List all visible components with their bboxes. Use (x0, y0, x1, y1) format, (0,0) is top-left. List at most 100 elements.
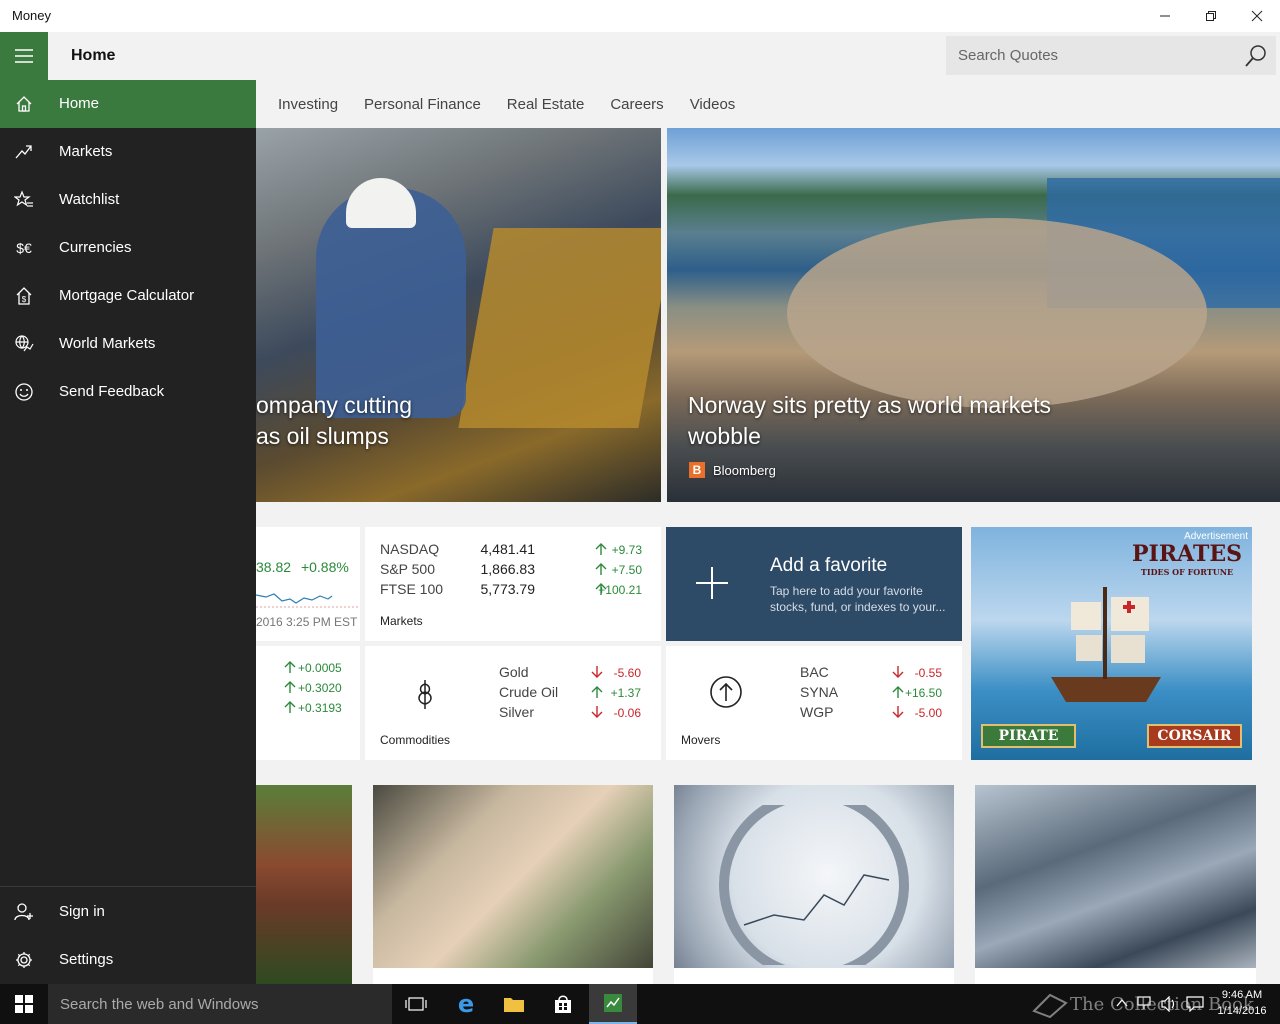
sidebar-item-label: Currencies (59, 239, 132, 256)
arrow-up-icon (591, 686, 603, 698)
currencies-tile-partial[interactable]: +0.0005 +0.3020 +0.3193 (256, 646, 360, 760)
plus-icon (696, 567, 728, 599)
search-button[interactable] (1244, 44, 1268, 68)
market-value: 5,773.79 (480, 581, 536, 597)
story-tile-cars[interactable] (975, 785, 1256, 984)
commodity-change: +1.37 (610, 686, 641, 700)
edge-browser-button[interactable]: e (442, 984, 490, 1024)
start-button[interactable] (0, 984, 48, 1024)
tab-videos[interactable]: Videos (690, 96, 736, 113)
search-icon (1245, 45, 1266, 67)
tile-caption-strip (373, 968, 653, 984)
story-tile-house[interactable] (256, 785, 352, 984)
market-row: NASDAQ 4,481.41 +9.73 (380, 541, 650, 561)
title-bar: Money (0, 0, 1280, 32)
sidebar-item-label: Mortgage Calculator (59, 287, 195, 304)
market-change: +9.73 (611, 543, 642, 557)
mover-change: -5.00 (914, 706, 942, 720)
sidebar-item-label: Markets (59, 143, 113, 160)
taskbar-search-box[interactable]: Search the web and Windows (48, 984, 392, 1024)
restore-icon (1206, 11, 1216, 21)
arrow-up-icon (595, 563, 607, 575)
minimize-button[interactable] (1142, 0, 1188, 32)
trend-icon (15, 145, 32, 159)
search-quotes-input[interactable] (946, 36, 1236, 75)
arrow-down-icon (591, 666, 603, 678)
hamburger-menu-button[interactable] (0, 32, 48, 80)
add-user-icon (14, 903, 33, 921)
add-favorite-title: Add a favorite (770, 555, 888, 576)
sidebar-item-label: World Markets (59, 335, 156, 352)
add-favorite-description: Tap here to add your favorite stocks, fu… (770, 584, 946, 614)
smiley-icon (15, 383, 33, 401)
commodities-tile[interactable]: Gold -5.60 Crude Oil +1.37 Silver -0.06 … (365, 646, 661, 760)
sidebar-item-world-markets[interactable]: World Markets (0, 320, 256, 368)
tile-caption-strip (674, 968, 954, 984)
store-button[interactable] (539, 984, 587, 1024)
currency-change: +0.3020 (298, 681, 342, 695)
arrow-up-icon (595, 543, 607, 555)
tab-personal-finance[interactable]: Personal Finance (364, 96, 481, 113)
index-tile-partial[interactable]: 38.82 +0.88% 2016 3:25 PM EST (256, 527, 360, 641)
commodities-tile-label: Commodities (380, 733, 451, 747)
pirate-ship-icon (1051, 587, 1161, 702)
tab-careers[interactable]: Careers (610, 96, 663, 113)
tab-investing[interactable]: Investing (278, 96, 338, 113)
ad-corsair-button[interactable]: CORSAIR (1147, 724, 1242, 748)
navigation-pane: Home Markets Watchlist $€ Currencies $ M… (0, 80, 256, 984)
commodity-name: Crude Oil (499, 684, 559, 700)
movers-tile-label: Movers (681, 733, 721, 747)
market-value: 1,866.83 (480, 561, 536, 577)
bloomberg-logo-icon: B (689, 462, 705, 478)
house-dollar-icon: $ (16, 287, 32, 305)
market-name: S&P 500 (380, 561, 436, 577)
hero-headline-line: as oil slumps (256, 423, 389, 449)
story-tile-magnifier[interactable] (674, 785, 954, 984)
story-tile-money[interactable] (373, 785, 653, 984)
arrow-up-icon (284, 701, 296, 713)
sidebar-item-settings[interactable]: Settings (0, 936, 256, 984)
mover-change: -0.55 (914, 666, 942, 680)
ad-pirate-button[interactable]: PIRATE (981, 724, 1076, 748)
arrow-down-icon (892, 706, 904, 718)
index-price: 38.82 +0.88% (256, 559, 349, 575)
sidebar-item-watchlist[interactable]: Watchlist (0, 176, 256, 224)
add-favorite-tile[interactable]: Add a favorite Tap here to add your favo… (666, 527, 962, 641)
source-name: Bloomberg (713, 462, 776, 478)
movers-tile[interactable]: BAC -0.55 SYNA +16.50 WGP -5.00 Movers (666, 646, 962, 760)
task-view-icon (405, 997, 427, 1011)
currency-icon: $€ (16, 240, 32, 256)
currency-change: +0.0005 (298, 661, 342, 675)
sidebar-item-markets[interactable]: Markets (0, 128, 256, 176)
folder-icon (504, 998, 524, 1012)
arrow-down-icon (591, 706, 603, 718)
money-app-button[interactable] (589, 984, 637, 1024)
sidebar-item-label: Send Feedback (59, 383, 165, 400)
restore-button[interactable] (1188, 0, 1234, 32)
sidebar-item-home[interactable]: Home (0, 80, 256, 128)
markets-tile[interactable]: NASDAQ 4,481.41 +9.73 S&P 500 1,866.83 +… (365, 527, 661, 641)
task-view-button[interactable] (392, 984, 440, 1024)
close-button[interactable] (1234, 0, 1280, 32)
commodity-change: -0.06 (613, 706, 641, 720)
advertisement-tile[interactable]: Advertisement PIRATES TIDES OF FORTUNE P… (971, 527, 1252, 760)
sidebar-item-label: Sign in (59, 903, 105, 920)
sidebar-item-send-feedback[interactable]: Send Feedback (0, 368, 256, 416)
sidebar-item-sign-in[interactable]: Sign in (0, 888, 256, 936)
taskbar-search-placeholder: Search the web and Windows (60, 996, 259, 1013)
sidebar-item-mortgage-calculator[interactable]: $ Mortgage Calculator (0, 272, 256, 320)
file-explorer-button[interactable] (490, 984, 538, 1024)
hero-headline-line: ompany cutting (256, 392, 412, 418)
mover-symbol: SYNA (800, 684, 839, 700)
hero-story-norway[interactable]: Norway sits pretty as world markets wobb… (667, 128, 1280, 502)
index-timestamp: 2016 3:25 PM EST (256, 615, 358, 629)
hero-story-oil[interactable]: ompany cutting as oil slumps (256, 128, 661, 502)
story-source: B Bloomberg (689, 462, 776, 478)
index-sparkline (256, 593, 360, 608)
page-title: Home (71, 47, 116, 64)
tab-real-estate[interactable]: Real Estate (507, 96, 585, 113)
hamburger-icon (15, 49, 33, 63)
market-row: S&P 500 1,866.83 +7.50 (380, 561, 650, 581)
app-title: Money (12, 8, 52, 23)
sidebar-item-currencies[interactable]: $€ Currencies (0, 224, 256, 272)
